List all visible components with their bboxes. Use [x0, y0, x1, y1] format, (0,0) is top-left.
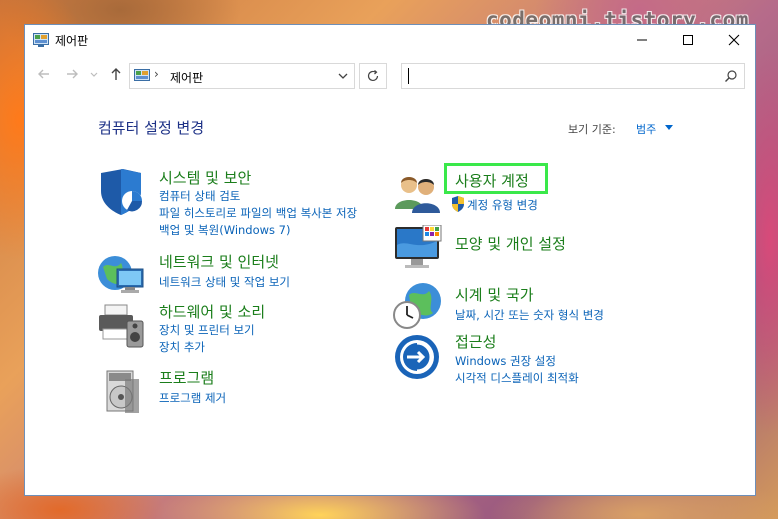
category-title-programs[interactable]: 프로그램: [159, 367, 214, 388]
minimize-button[interactable]: [619, 25, 665, 55]
search-input[interactable]: [401, 63, 745, 89]
link-change-account-type[interactable]: 계정 유형 변경: [467, 197, 538, 213]
link-add-device[interactable]: 장치 추가: [159, 339, 205, 355]
navigation-bar: › 제어판: [25, 55, 755, 95]
highlight-box: [444, 163, 548, 194]
title-bar[interactable]: 제어판: [25, 25, 755, 55]
link-network-status[interactable]: 네트워크 상태 및 작업 보기: [159, 274, 290, 290]
shield-icon[interactable]: [97, 167, 147, 217]
chevron-down-icon[interactable]: [338, 72, 348, 80]
category-title-network-internet[interactable]: 네트워크 및 인터넷: [159, 251, 279, 272]
close-icon: [728, 34, 740, 46]
maximize-button[interactable]: [665, 25, 711, 55]
recent-locations-chevron-icon[interactable]: [89, 65, 99, 83]
refresh-icon: [367, 70, 379, 82]
uac-shield-icon: [452, 196, 464, 212]
link-file-history-backup[interactable]: 파일 히스토리로 파일의 백업 복사본 저장: [159, 205, 357, 221]
view-by-label: 보기 기준:: [568, 123, 616, 136]
monitor-color-icon[interactable]: [393, 225, 443, 275]
address-bar[interactable]: › 제어판: [129, 63, 355, 89]
control-panel-icon: [33, 33, 49, 47]
category-title-ease-of-access[interactable]: 접근성: [455, 331, 496, 352]
accessibility-icon[interactable]: [393, 331, 443, 381]
programs-disc-icon[interactable]: [97, 367, 147, 417]
clock-globe-icon[interactable]: [393, 281, 443, 331]
maximize-icon: [683, 35, 693, 45]
category-title-hardware-sound[interactable]: 하드웨어 및 소리: [159, 301, 265, 322]
link-change-date-time-format[interactable]: 날짜, 시간 또는 숫자 형식 변경: [455, 307, 604, 323]
category-title-clock-region[interactable]: 시계 및 국가: [455, 284, 534, 305]
link-backup-restore[interactable]: 백업 및 복원(Windows 7): [159, 222, 291, 238]
refresh-button[interactable]: [359, 63, 387, 89]
link-devices-printers[interactable]: 장치 및 프린터 보기: [159, 322, 255, 338]
link-windows-recommended-settings[interactable]: Windows 권장 설정: [455, 353, 556, 369]
link-uninstall-program[interactable]: 프로그램 제거: [159, 390, 226, 406]
category-title-system-security[interactable]: 시스템 및 보안: [159, 167, 251, 188]
link-review-computer-status[interactable]: 컴퓨터 상태 검토: [159, 188, 240, 204]
text-caret: [408, 68, 409, 84]
breadcrumb-separator-icon[interactable]: ›: [154, 67, 159, 81]
category-title-appearance-personalization[interactable]: 모양 및 개인 설정: [455, 233, 566, 254]
control-panel-icon: [134, 69, 150, 81]
users-icon[interactable]: [393, 167, 443, 217]
back-arrow-icon[interactable]: [35, 65, 53, 83]
forward-arrow-icon[interactable]: [63, 65, 81, 83]
caret-down-icon[interactable]: [665, 125, 673, 131]
close-button[interactable]: [711, 25, 757, 55]
control-panel-window: 제어판 › 제어판 컴퓨터 설정 변경 보기 기준: 범주 시스템 및 보안 컴…: [24, 24, 756, 496]
up-arrow-icon[interactable]: [107, 65, 125, 83]
link-optimize-visual-display[interactable]: 시각적 디스플레이 최적화: [455, 370, 579, 386]
view-by-dropdown[interactable]: 범주: [636, 121, 656, 137]
page-title: 컴퓨터 설정 변경: [98, 119, 205, 137]
window-title: 제어판: [55, 34, 89, 48]
minimize-icon: [637, 39, 647, 41]
printer-speaker-icon[interactable]: [97, 301, 147, 351]
network-globe-icon[interactable]: [97, 251, 147, 301]
breadcrumb-control-panel[interactable]: 제어판: [170, 69, 203, 86]
search-icon[interactable]: [724, 69, 738, 83]
